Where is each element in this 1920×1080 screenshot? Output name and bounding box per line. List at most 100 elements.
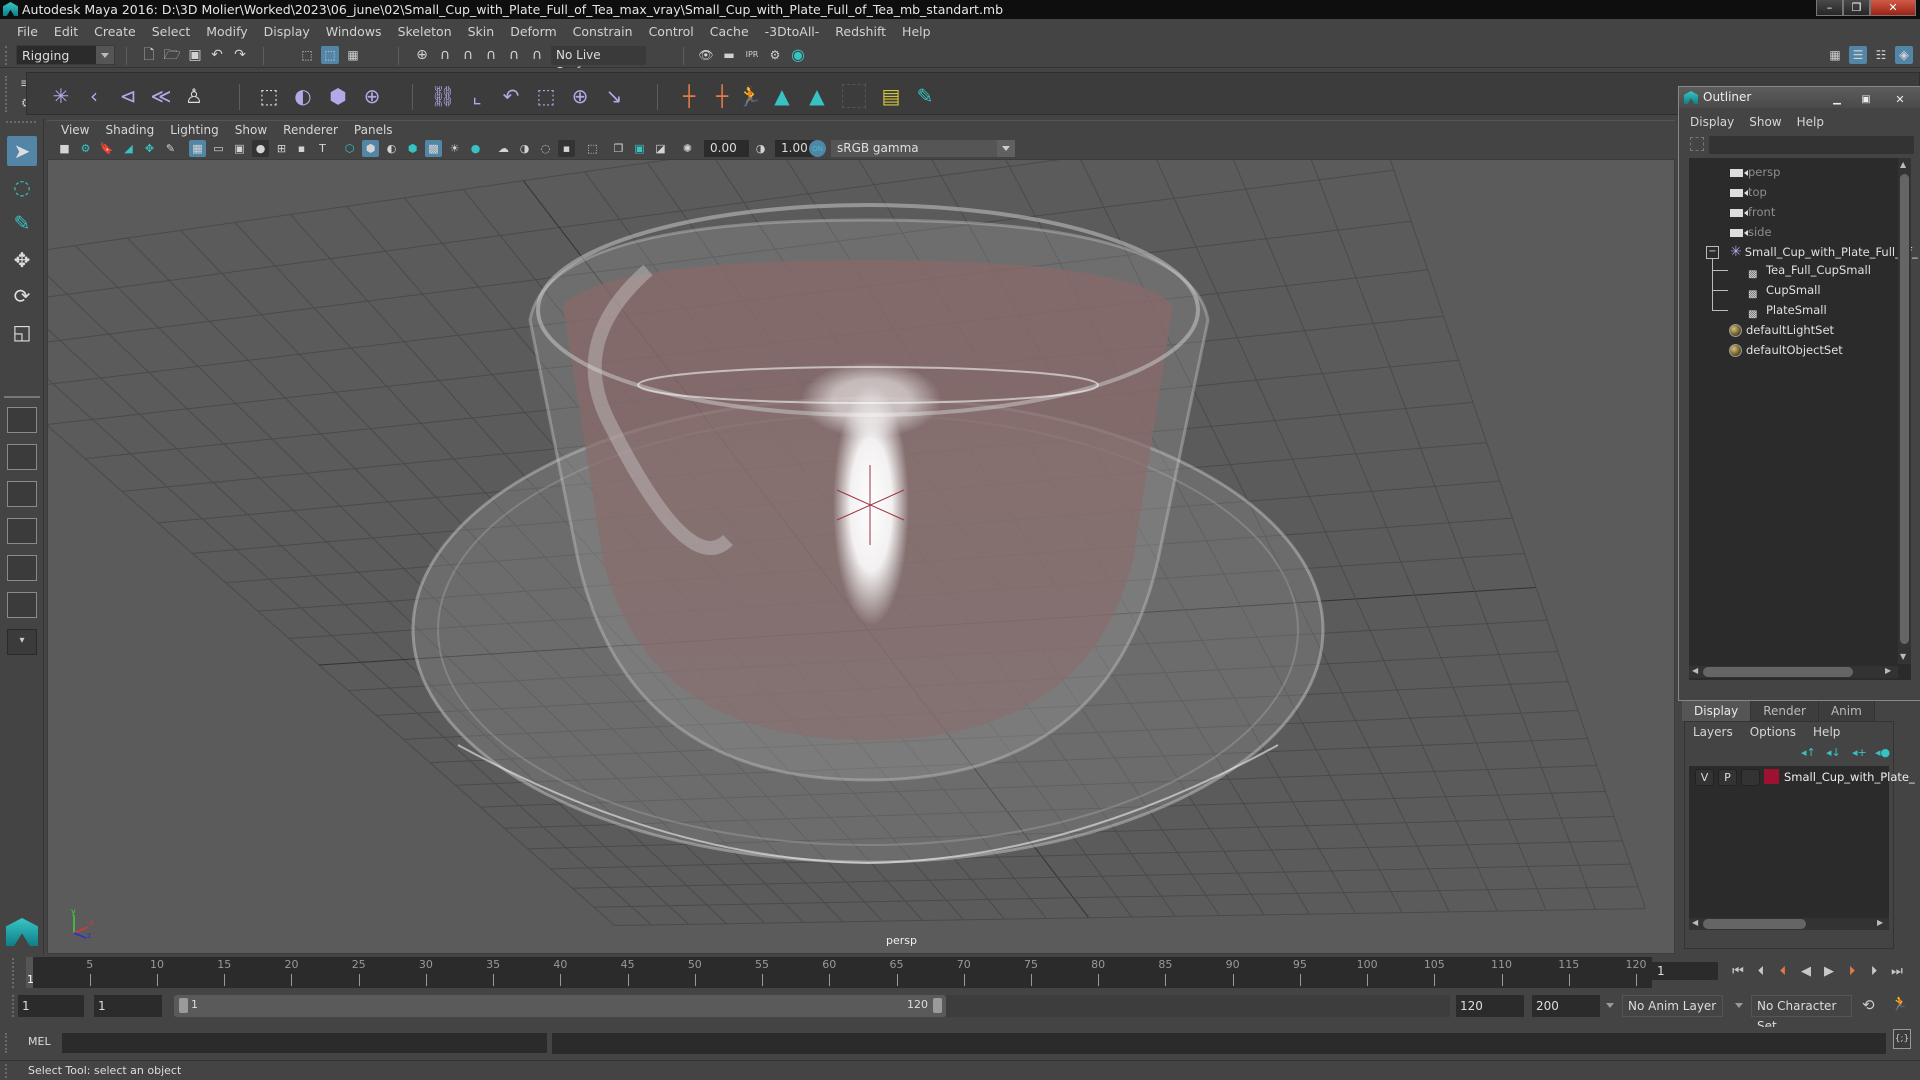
chevron-down-icon[interactable] (1606, 1003, 1614, 1008)
render-frame-icon[interactable]: ▬ (720, 46, 738, 64)
perspective-viewport[interactable]: y x z persp (47, 159, 1675, 954)
motion-blur-icon[interactable]: ◑ (516, 140, 533, 157)
playback-end-field[interactable]: 120 (1456, 995, 1524, 1017)
time-slider[interactable]: 1 5 10 15 20 25 30 35 40 45 50 55 60 65 70 75 80 85 90 95 1… (26, 957, 1652, 988)
outliner-vertical-scrollbar[interactable]: ▲ ▼ (1898, 158, 1911, 664)
camera-attributes-icon[interactable]: ⚙ (77, 140, 94, 157)
deformer-icon[interactable]: ◐ (291, 84, 315, 108)
scroll-up-arrow[interactable]: ▲ (1900, 160, 1906, 169)
bookmark-icon[interactable]: 🔖 (98, 140, 115, 157)
color-management-toggle[interactable]: ON (809, 140, 826, 157)
outliner-item-default-object-set[interactable]: defaultObjectSet (1729, 341, 1843, 359)
menu-constrain[interactable]: Constrain (565, 24, 641, 39)
help-line-grip[interactable] (5, 1064, 8, 1078)
scale-tool-icon[interactable]: ◱ (7, 317, 37, 347)
ik-spline-icon[interactable]: ⊲ (116, 84, 140, 108)
scroll-down-arrow[interactable]: ▼ (1900, 652, 1906, 661)
rotate-tool-icon[interactable]: ⟳ (7, 281, 37, 311)
save-scene-icon[interactable]: ▣ (186, 46, 204, 64)
mel-command-input[interactable] (62, 1033, 547, 1053)
select-hierarchy-icon[interactable]: ⬚ (298, 46, 316, 64)
command-language-toggle[interactable]: MEL (28, 1035, 51, 1048)
anim-layer-dropdown[interactable]: No Anim Layer (1622, 995, 1723, 1017)
scroll-thumb[interactable] (1900, 174, 1909, 644)
lasso-tool-icon[interactable]: ◌ (7, 172, 37, 202)
layer-visibility-toggle[interactable]: V (1695, 769, 1714, 786)
persp-outliner-layout[interactable] (7, 481, 37, 507)
play-backwards-icon[interactable]: ◀ (1796, 961, 1816, 981)
field-chart-icon[interactable]: ⊞ (273, 140, 290, 157)
pole-vector-icon[interactable]: ↘ (602, 84, 626, 108)
gamma-icon[interactable]: ◑ (752, 140, 769, 157)
outliner-maximize-button[interactable]: ▣ (1853, 89, 1879, 105)
orient-constraint-icon[interactable]: ↶ (499, 84, 523, 108)
outliner-filter-icon[interactable] (1690, 137, 1704, 151)
viewport-menu-panels[interactable]: Panels (346, 123, 401, 137)
viewport-menu-view[interactable]: View (53, 123, 97, 137)
menu-3dtoall[interactable]: -3DtoAll- (757, 24, 828, 39)
safe-title-icon[interactable]: T (314, 140, 331, 157)
viewport-menu-lighting[interactable]: Lighting (162, 123, 227, 137)
grease-pencil-icon[interactable]: ✎ (162, 140, 179, 157)
layer-display-type-toggle[interactable] (1741, 769, 1760, 786)
select-object-icon[interactable]: ⬚ (321, 46, 339, 64)
four-view-layout[interactable] (7, 444, 37, 470)
new-layer-from-selection-icon[interactable]: ◂● (1875, 746, 1890, 759)
live-surface-field[interactable]: No Live Surface (551, 46, 646, 79)
layer-horizontal-scrollbar[interactable]: ◀ ▶ (1689, 918, 1889, 930)
outliner-menu-help[interactable]: Help (1797, 115, 1824, 133)
collapse-toggle[interactable]: − (1706, 246, 1719, 259)
cluster-icon[interactable]: ⊕ (360, 84, 384, 108)
gate-mask-icon[interactable]: ● (252, 140, 269, 157)
move-layer-up-icon[interactable]: ◂↑ (1801, 746, 1816, 759)
snap-curve-icon[interactable]: ∩ (436, 46, 454, 64)
menu-deform[interactable]: Deform (502, 24, 564, 39)
outliner-menu-display[interactable]: Display (1690, 115, 1734, 133)
playback-start-field[interactable]: 1 (94, 995, 162, 1017)
scroll-left-arrow[interactable]: ◀ (1692, 918, 1698, 927)
modeling-toolkit-icon[interactable]: ▦ (1826, 46, 1844, 64)
outliner-search-input[interactable] (1709, 136, 1914, 154)
shadows-icon[interactable]: ● (467, 140, 484, 157)
menu-cache[interactable]: Cache (702, 24, 757, 39)
new-scene-icon[interactable]: 🗋 (140, 46, 158, 64)
undo-icon[interactable]: ↶ (208, 46, 226, 64)
menu-modify[interactable]: Modify (198, 24, 255, 39)
timeline-grip[interactable] (12, 958, 15, 988)
ik-handle-icon[interactable]: ‹ (82, 84, 106, 108)
shelf-grip[interactable] (5, 76, 8, 112)
resolution-gate-icon[interactable]: ▣ (231, 140, 248, 157)
outliner-horizontal-scrollbar[interactable]: ◀ ▶ (1689, 666, 1898, 678)
snap-surface-icon[interactable]: ∩ (505, 46, 523, 64)
xray-joints-icon[interactable]: ▣ (631, 140, 648, 157)
maya-logo-icon-2[interactable]: ▲ (805, 84, 829, 108)
restore-button[interactable]: ❐ (1843, 0, 1870, 16)
ipr-render-icon[interactable]: IPR (743, 46, 761, 64)
more-layouts-button[interactable]: ▾ (7, 629, 37, 655)
paint-weights-icon[interactable]: ⬚ (257, 84, 281, 108)
2d-pan-zoom-icon[interactable]: ✥ (141, 140, 158, 157)
chevron-down-icon[interactable] (1735, 1003, 1743, 1008)
maya-logo-icon[interactable]: ▲ (770, 84, 794, 108)
joint-tool-icon[interactable]: ✳ (49, 84, 73, 108)
menu-help[interactable]: Help (894, 24, 939, 39)
snap-grid-icon[interactable]: ⊕ (413, 46, 431, 64)
exposure-icon[interactable]: ✺ (679, 140, 696, 157)
paint-select-icon[interactable]: ✎ (913, 84, 937, 108)
outliner-item-front[interactable]: front (1730, 203, 1775, 221)
command-line-grip[interactable] (5, 1033, 8, 1053)
smooth-shade-icon[interactable]: ⬢ (362, 140, 379, 157)
hypershade-icon[interactable]: ◉ (789, 46, 807, 64)
bind-skin-icon[interactable]: ≪ (149, 84, 173, 108)
open-scene-icon[interactable]: 🗁 (163, 46, 181, 64)
layer-menu-layers[interactable]: Layers (1693, 725, 1733, 739)
exposure-field[interactable]: 0.00 (704, 140, 749, 157)
tab-anim[interactable]: Anim (1818, 701, 1875, 721)
menu-edit[interactable]: Edit (46, 24, 86, 39)
outliner-title-bar[interactable]: Outliner ▁ ▣ ✕ (1679, 87, 1920, 108)
new-empty-layer-icon[interactable]: ◂+ (1852, 746, 1867, 759)
image-plane-icon[interactable]: ◢ (120, 140, 137, 157)
aim-constraint-icon[interactable]: ⊕ (568, 84, 592, 108)
film-gate-icon[interactable]: ▭ (210, 140, 227, 157)
menu-select[interactable]: Select (144, 24, 199, 39)
